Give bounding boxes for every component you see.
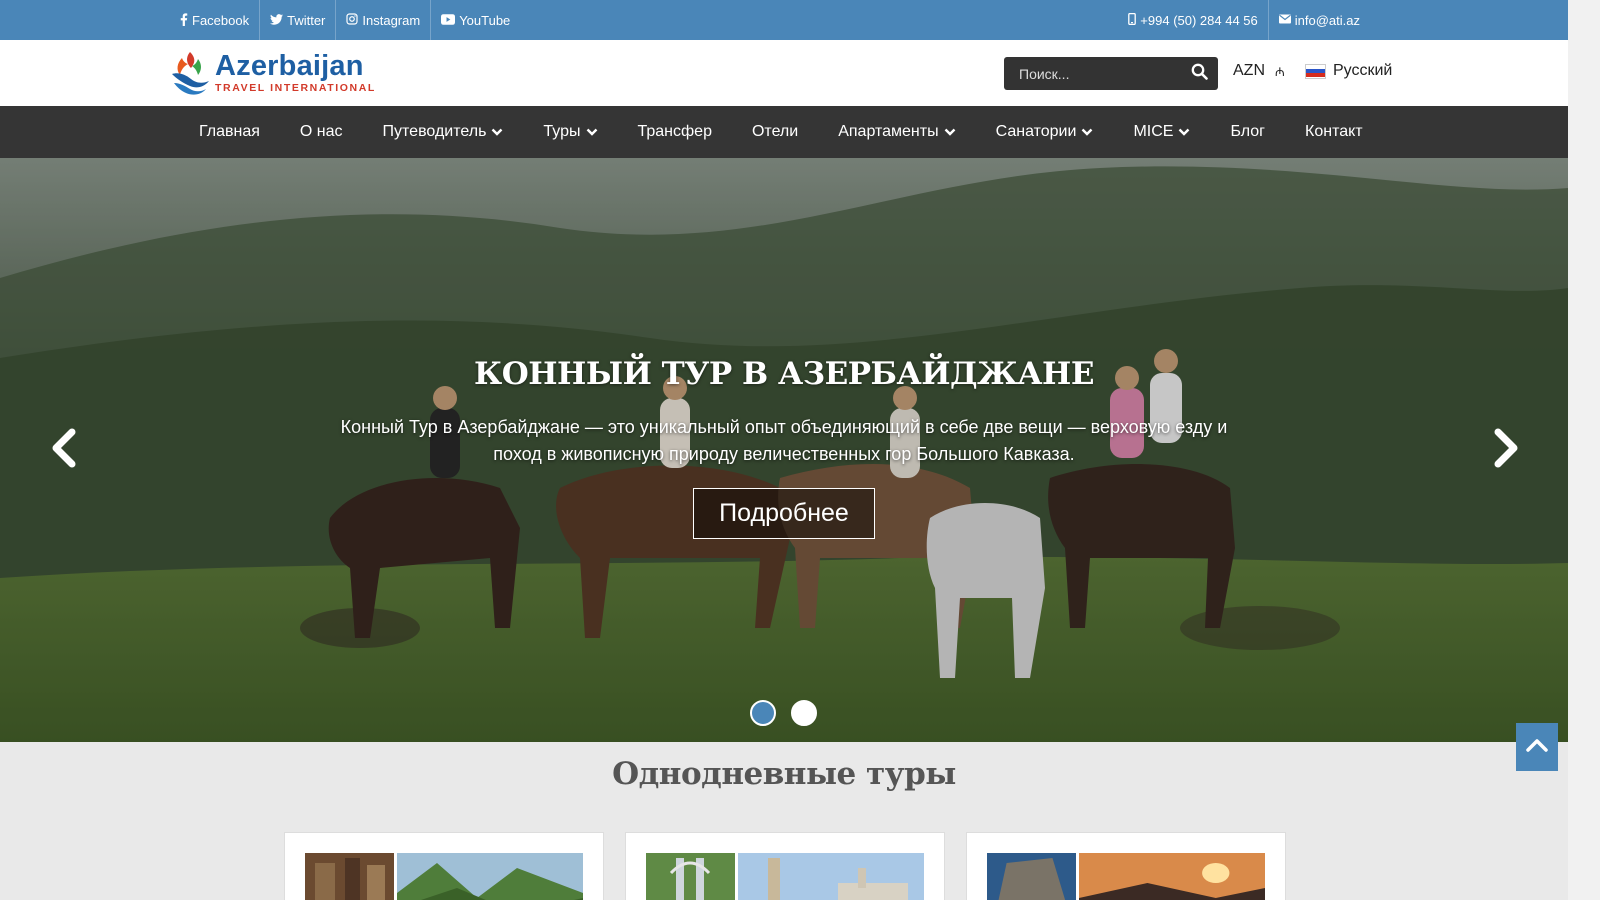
- manat-symbol: ₼: [1275, 64, 1285, 79]
- site-logo[interactable]: Azerbaijan TRAVEL INTERNATIONAL: [168, 48, 378, 98]
- tour-card-image: [305, 853, 394, 900]
- youtube-icon: [441, 13, 456, 27]
- russian-flag-icon: [1305, 63, 1326, 79]
- nav-item[interactable]: Трансфер: [618, 106, 732, 158]
- nav-item-label: Путеводитель: [382, 123, 487, 140]
- search-button[interactable]: [1184, 57, 1214, 90]
- twitter-label: Twitter: [287, 12, 326, 28]
- section-title: Однодневные туры: [612, 756, 956, 792]
- nav-item[interactable]: Путеводитель: [363, 106, 524, 158]
- nav-item[interactable]: Туры: [523, 106, 617, 158]
- instagram-icon: [346, 13, 358, 27]
- chevron-down-icon: [944, 128, 955, 136]
- nav-item[interactable]: Главная: [179, 106, 280, 158]
- contact-links: +994 (50) 284 44 56 info@ati.az: [1118, 0, 1370, 40]
- nav-list: Главная О нас Путеводитель Туры Трансфер Отел…: [179, 106, 1383, 158]
- nav-item-label: Апартаменты: [838, 123, 939, 140]
- hero-description: Конный Тур в Азербайджане — это уникальн…: [340, 417, 1228, 464]
- language-label: Русский: [1333, 62, 1393, 79]
- language-selector[interactable]: Русский: [1305, 62, 1392, 80]
- email-address: info@ati.az: [1294, 12, 1360, 28]
- scroll-to-top-button[interactable]: [1516, 723, 1558, 771]
- nav-item-label: Трансфер: [637, 123, 712, 140]
- chevron-down-icon: [1082, 128, 1093, 136]
- chevron-left-icon: [44, 428, 84, 474]
- phone-number: +994 (50) 284 44 56: [1140, 12, 1258, 28]
- search-input[interactable]: [1004, 57, 1184, 90]
- nav-item-label: Главная: [199, 123, 260, 140]
- top-bar: Facebook Twitter Instagram YouTube +994 …: [0, 0, 1568, 40]
- nav-item-label: О нас: [299, 123, 343, 140]
- main-nav: Главная О нас Путеводитель Туры Трансфер Отел…: [0, 106, 1568, 158]
- nav-item[interactable]: MICE: [1113, 106, 1210, 158]
- email-link[interactable]: info@ati.az: [1269, 0, 1370, 40]
- nav-item[interactable]: Контакт: [1285, 106, 1383, 158]
- currency-selector[interactable]: AZN ₼: [1233, 62, 1285, 80]
- chevron-down-icon: [1179, 128, 1190, 136]
- tour-card[interactable]: [625, 832, 945, 900]
- slider-dots: [750, 700, 817, 726]
- chevron-down-icon: [492, 128, 503, 136]
- tour-card-image: [646, 853, 735, 900]
- youtube-label: YouTube: [459, 12, 511, 28]
- nav-item-label: Блог: [1230, 123, 1266, 140]
- chevron-up-icon: [1526, 738, 1548, 757]
- nav-item[interactable]: Блог: [1210, 106, 1285, 158]
- phone-link[interactable]: +994 (50) 284 44 56: [1118, 0, 1269, 40]
- facebook-icon: [180, 12, 188, 28]
- youtube-link[interactable]: YouTube: [431, 0, 520, 40]
- logo-title: Azerbaijan: [215, 50, 364, 83]
- instagram-link[interactable]: Instagram: [336, 0, 432, 40]
- instagram-label: Instagram: [362, 12, 421, 28]
- logo-flame-icon: [168, 50, 212, 96]
- search-box: [1004, 57, 1218, 90]
- page-scrollbar[interactable]: [1568, 0, 1600, 900]
- slider-dot[interactable]: [791, 700, 817, 726]
- chevron-right-icon: [1486, 428, 1526, 474]
- nav-item-label: Отели: [751, 123, 799, 140]
- slider-dot[interactable]: [750, 700, 776, 726]
- facebook-link[interactable]: Facebook: [170, 0, 261, 40]
- tour-card-image: [1079, 853, 1265, 900]
- site-header: Azerbaijan TRAVEL INTERNATIONAL AZN ₼ Ру…: [0, 40, 1568, 106]
- tour-card-image: [397, 853, 583, 900]
- nav-item-label: MICE: [1133, 123, 1174, 140]
- nav-item-label: Санатории: [995, 123, 1077, 140]
- nav-item-label: Контакт: [1305, 123, 1363, 140]
- tour-cards: [284, 832, 1286, 900]
- tour-card-image: [987, 853, 1076, 900]
- currency-code: AZN: [1233, 62, 1265, 79]
- tour-card-image: [738, 853, 924, 900]
- nav-item[interactable]: Апартаменты: [818, 106, 975, 158]
- search-icon: [1191, 63, 1208, 85]
- page: Facebook Twitter Instagram YouTube +994 …: [0, 0, 1568, 900]
- more-button[interactable]: Подробнее: [693, 488, 875, 539]
- twitter-link[interactable]: Twitter: [260, 0, 337, 40]
- logo-subtitle: TRAVEL INTERNATIONAL: [215, 82, 376, 95]
- nav-item-label: Туры: [543, 123, 581, 140]
- hero-slider: КОННЫЙ ТУР В АЗЕРБАЙДЖАНЕ Конный Тур в А…: [0, 158, 1568, 742]
- mobile-phone-icon: [1128, 12, 1137, 27]
- envelope-icon: [1278, 14, 1291, 26]
- slider-prev-button[interactable]: [44, 426, 84, 470]
- hero-title: КОННЫЙ ТУР В АЗЕРБАЙДЖАНЕ: [474, 356, 1094, 392]
- twitter-icon: [270, 13, 284, 27]
- slider-next-button[interactable]: [1486, 426, 1526, 470]
- tour-card[interactable]: [966, 832, 1286, 900]
- nav-item[interactable]: Санатории: [976, 106, 1114, 158]
- nav-item[interactable]: О нас: [280, 106, 363, 158]
- social-links: Facebook Twitter Instagram YouTube: [170, 0, 520, 40]
- tour-card[interactable]: [284, 832, 604, 900]
- nav-item[interactable]: Отели: [732, 106, 818, 158]
- facebook-label: Facebook: [192, 12, 250, 28]
- chevron-down-icon: [586, 128, 597, 136]
